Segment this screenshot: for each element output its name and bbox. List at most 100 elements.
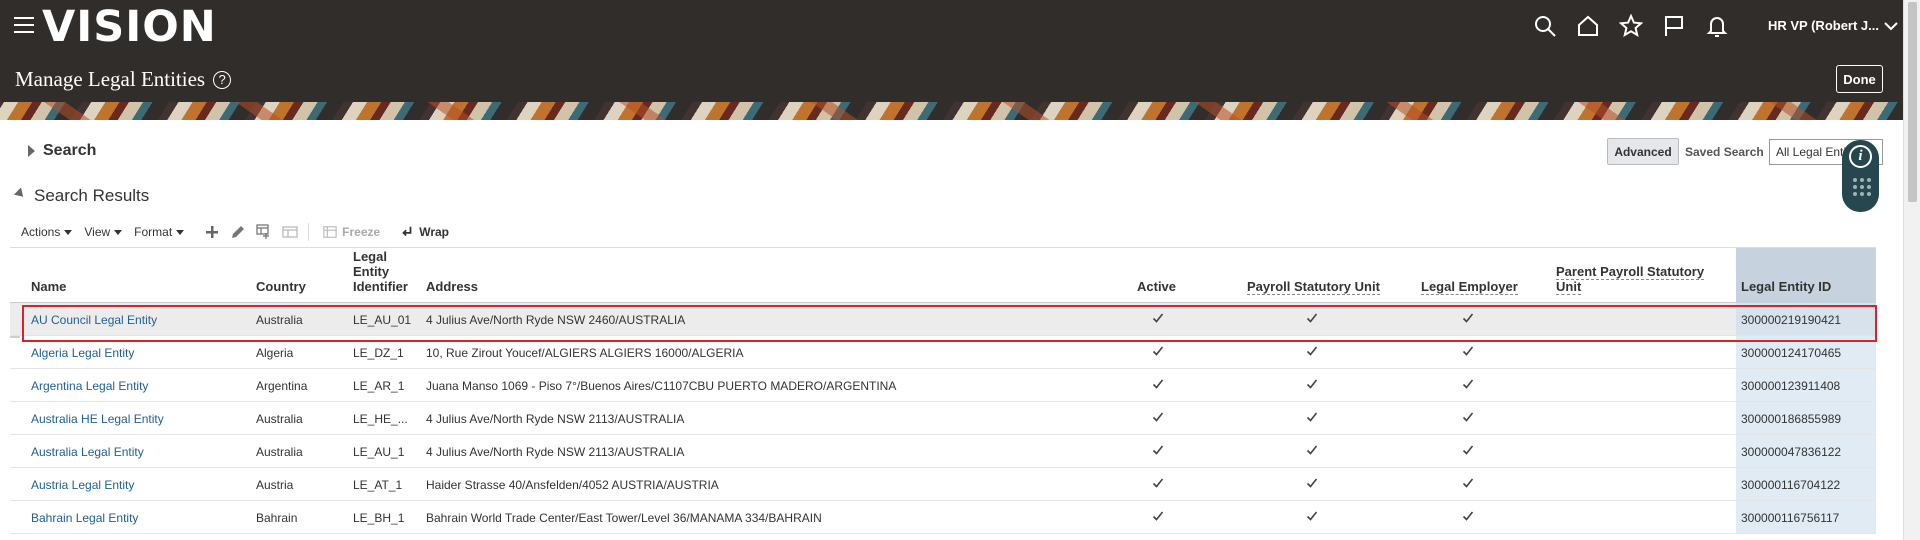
- country-cell: Argentina: [256, 379, 308, 393]
- legal-entity-name-link[interactable]: Australia HE Legal Entity: [31, 412, 164, 426]
- scrollbar-thumb[interactable]: [1908, 2, 1917, 202]
- col-header-id[interactable]: Legal Entity ID: [1741, 279, 1831, 294]
- col-header-address[interactable]: Address: [426, 279, 478, 294]
- format-menu[interactable]: Format: [134, 225, 185, 239]
- legal-entity-id-cell: 300000186855989: [1741, 412, 1842, 426]
- wrap-label: Wrap: [419, 225, 449, 239]
- legal-entity-name-link[interactable]: Algeria Legal Entity: [31, 346, 134, 360]
- psu-check-icon: [1306, 411, 1318, 423]
- table-body: AU Council Legal Entity Australia LE_AU_01…: [10, 303, 1876, 534]
- legal-entity-name-link[interactable]: Austria Legal Entity: [31, 478, 134, 492]
- id-column-header-bg: [1736, 248, 1876, 303]
- legal-entity-id-cell: 300000123911408: [1741, 379, 1841, 393]
- page-title: Manage Legal Entities ?: [15, 67, 232, 92]
- legal-entity-id-cell: 300000116756117: [1741, 511, 1840, 525]
- country-cell: Australia: [256, 412, 303, 426]
- grip-dots-icon[interactable]: [1853, 178, 1871, 196]
- table-row[interactable]: Argentina Legal Entity Argentina LE_AR_1 Ju…: [10, 369, 1876, 402]
- col-header-employer[interactable]: Legal Employer: [1421, 279, 1518, 295]
- identifier-cell: LE_AR_1: [353, 379, 405, 393]
- search-icon[interactable]: [1530, 10, 1560, 42]
- column-settings-icon[interactable]: [254, 222, 274, 242]
- table-row[interactable]: Algeria Legal Entity Algeria LE_DZ_1 10, Ru…: [10, 336, 1876, 369]
- table-row[interactable]: AU Council Legal Entity Australia LE_AU_01…: [10, 303, 1876, 336]
- favorites-star-icon[interactable]: [1616, 10, 1646, 42]
- search-results-toggle[interactable]: Search Results: [13, 186, 150, 206]
- active-check-icon: [1152, 378, 1164, 390]
- legal-entity-id-cell: 300000124170465: [1741, 346, 1842, 360]
- col-header-employer-label: Legal Employer: [1421, 279, 1518, 295]
- page-title-text: Manage Legal Entities: [15, 67, 206, 91]
- address-cell: 4 Julius Ave/North Ryde NSW 2113/AUSTRAL…: [426, 412, 685, 426]
- search-section-toggle[interactable]: Search: [28, 142, 96, 160]
- guided-help-widget[interactable]: i: [1842, 140, 1879, 212]
- freeze-button: Freeze: [323, 225, 380, 239]
- address-cell: Bahrain World Trade Center/East Tower/Le…: [426, 511, 822, 525]
- user-menu[interactable]: HR VP (Robert J...: [1768, 18, 1898, 33]
- caret-down-icon: [64, 229, 73, 235]
- table-row[interactable]: Australia Legal Entity Australia LE_AU_1 4 …: [10, 435, 1876, 468]
- active-check-icon: [1152, 444, 1164, 456]
- collapse-triangle-icon: [13, 187, 27, 201]
- col-header-parent-psu-label: Parent Payroll Statutory Unit: [1556, 264, 1705, 295]
- col-header-country[interactable]: Country: [256, 279, 306, 294]
- vertical-scrollbar[interactable]: [1903, 0, 1920, 540]
- actions-menu[interactable]: Actions: [21, 225, 73, 239]
- brand-logo[interactable]: VISION: [42, 2, 217, 52]
- active-check-icon: [1152, 477, 1164, 489]
- wrap-icon: [402, 226, 412, 237]
- col-header-psu-label: Payroll Statutory Unit: [1247, 279, 1380, 295]
- col-header-name[interactable]: Name: [31, 279, 66, 294]
- advanced-search-button[interactable]: Advanced: [1607, 138, 1679, 165]
- legal-entity-name-link[interactable]: Australia Legal Entity: [31, 445, 144, 459]
- employer-check-icon: [1462, 510, 1474, 522]
- results-table: Name Country Legal Entity Identifier Add…: [10, 247, 1876, 534]
- col-header-psu[interactable]: Payroll Statutory Unit: [1247, 279, 1380, 295]
- help-icon[interactable]: ?: [213, 70, 232, 89]
- country-cell: Austria: [256, 478, 294, 492]
- legal-entity-name-link[interactable]: Argentina Legal Entity: [31, 379, 148, 393]
- caret-down-icon: [176, 229, 185, 235]
- edit-pencil-icon[interactable]: [228, 222, 248, 242]
- decorative-banner: [0, 102, 1903, 120]
- employer-check-icon: [1462, 444, 1474, 456]
- col-header-active[interactable]: Active: [1137, 279, 1176, 294]
- navigator-menu-icon[interactable]: [14, 17, 34, 33]
- col-header-identifier[interactable]: Legal Entity Identifier: [353, 249, 413, 294]
- identifier-cell: LE_BH_1: [353, 511, 405, 525]
- done-button[interactable]: Done: [1836, 65, 1883, 93]
- identifier-cell: LE_AT_1: [353, 478, 403, 492]
- search-results-label: Search Results: [34, 186, 150, 205]
- info-icon[interactable]: i: [1849, 145, 1872, 168]
- view-menu[interactable]: View: [84, 225, 123, 239]
- legal-entity-id-cell: 300000116704122: [1741, 478, 1841, 492]
- table-row[interactable]: Australia HE Legal Entity Australia LE_HE_…: [10, 402, 1876, 435]
- saved-search-label: Saved Search: [1685, 145, 1764, 159]
- freeze-label: Freeze: [342, 225, 381, 239]
- legal-entity-id-cell: 300000047836122: [1741, 445, 1842, 459]
- active-check-icon: [1152, 312, 1164, 324]
- active-check-icon: [1152, 510, 1164, 522]
- country-cell: Australia: [256, 313, 303, 327]
- home-icon[interactable]: [1573, 10, 1603, 42]
- flag-icon[interactable]: [1659, 10, 1689, 42]
- psu-check-icon: [1306, 477, 1318, 489]
- legal-entity-id-cell: 300000219190421: [1741, 313, 1842, 327]
- active-check-icon: [1152, 345, 1164, 357]
- table-row[interactable]: Bahrain Legal Entity Bahrain LE_BH_1 Bahrai…: [10, 501, 1876, 534]
- psu-check-icon: [1306, 444, 1318, 456]
- identifier-cell: LE_AU_1: [353, 445, 405, 459]
- notifications-bell-icon[interactable]: [1702, 10, 1732, 42]
- employer-check-icon: [1462, 411, 1474, 423]
- add-icon[interactable]: [202, 222, 222, 242]
- country-cell: Bahrain: [256, 511, 298, 525]
- wrap-button[interactable]: Wrap: [400, 225, 449, 239]
- chevron-down-icon: [1884, 21, 1898, 30]
- format-label: Format: [134, 225, 173, 239]
- col-header-parent-psu[interactable]: Parent Payroll Statutory Unit: [1556, 264, 1726, 295]
- legal-entity-name-link[interactable]: Bahrain Legal Entity: [31, 511, 138, 525]
- legal-entity-name-link[interactable]: AU Council Legal Entity: [31, 313, 157, 327]
- address-cell: Haider Strasse 40/Ansfelden/4052 AUSTRIA…: [426, 478, 719, 492]
- employer-check-icon: [1462, 378, 1474, 390]
- table-row[interactable]: Austria Legal Entity Austria LE_AT_1 Haider…: [10, 468, 1876, 501]
